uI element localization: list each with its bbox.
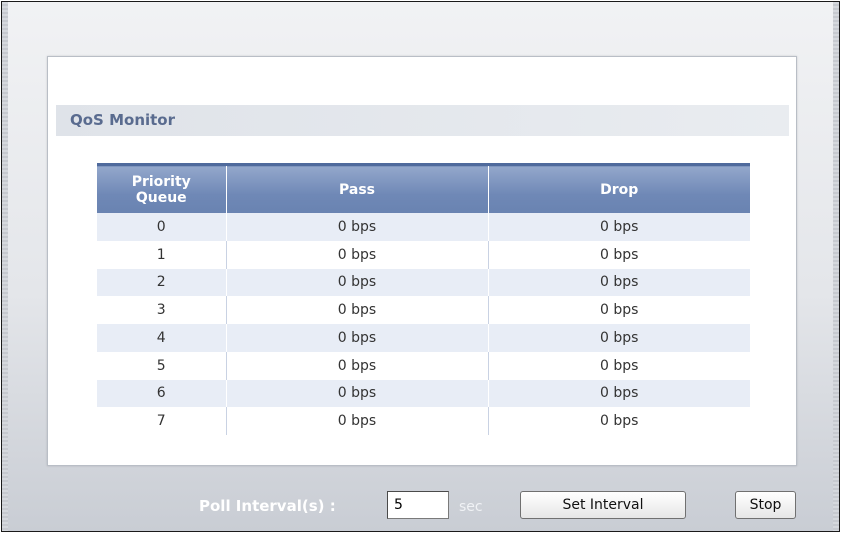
cell-pass: 0 bps — [226, 213, 489, 241]
poll-interval-input[interactable] — [387, 491, 449, 519]
header-priority-queue-line1: Priority — [131, 173, 191, 190]
qos-monitor-panel: QoS Monitor Priority Queue Pass Drop 0 0… — [47, 56, 797, 466]
set-interval-button[interactable]: Set Interval — [520, 491, 686, 519]
header-priority-queue-line2: Queue — [135, 189, 187, 206]
cell-drop: 0 bps — [488, 324, 750, 352]
cell-drop: 0 bps — [488, 240, 750, 269]
table-row: 2 0 bps 0 bps — [97, 268, 750, 297]
table-row: 3 0 bps 0 bps — [97, 296, 750, 324]
header-pass: Pass — [226, 163, 489, 213]
cell-queue: 3 — [97, 296, 227, 324]
table-row: 6 0 bps 0 bps — [97, 379, 750, 408]
table-row: 4 0 bps 0 bps — [97, 324, 750, 352]
cell-pass: 0 bps — [226, 379, 489, 408]
cell-drop: 0 bps — [488, 407, 750, 435]
qos-table: Priority Queue Pass Drop 0 0 bps 0 bps 1… — [97, 163, 750, 435]
cell-pass: 0 bps — [226, 296, 489, 324]
header-drop: Drop — [488, 163, 750, 213]
cell-queue: 4 — [97, 324, 227, 352]
table-row: 5 0 bps 0 bps — [97, 351, 750, 380]
cell-drop: 0 bps — [488, 268, 750, 297]
panel-title: QoS Monitor — [56, 105, 789, 136]
table-row: 0 0 bps 0 bps — [97, 213, 750, 241]
stop-button[interactable]: Stop — [735, 491, 796, 519]
cell-drop: 0 bps — [488, 379, 750, 408]
cell-drop: 0 bps — [488, 351, 750, 380]
cell-drop: 0 bps — [488, 296, 750, 324]
table-header-row: Priority Queue Pass Drop — [97, 163, 750, 213]
table-row: 7 0 bps 0 bps — [97, 407, 750, 435]
cell-queue: 7 — [97, 407, 227, 435]
cell-queue: 0 — [97, 213, 227, 241]
cell-drop: 0 bps — [488, 213, 750, 241]
cell-queue: 1 — [97, 240, 227, 269]
cell-pass: 0 bps — [226, 351, 489, 380]
cell-queue: 5 — [97, 351, 227, 380]
poll-interval-label: Poll Interval(s) : — [199, 497, 336, 515]
cell-queue: 6 — [97, 379, 227, 408]
cell-pass: 0 bps — [226, 268, 489, 297]
header-priority-queue: Priority Queue — [97, 163, 227, 213]
table-row: 1 0 bps 0 bps — [97, 240, 750, 269]
cell-queue: 2 — [97, 268, 227, 297]
cell-pass: 0 bps — [226, 324, 489, 352]
cell-pass: 0 bps — [226, 240, 489, 269]
sec-unit-label: sec — [459, 499, 483, 515]
cell-pass: 0 bps — [226, 407, 489, 435]
